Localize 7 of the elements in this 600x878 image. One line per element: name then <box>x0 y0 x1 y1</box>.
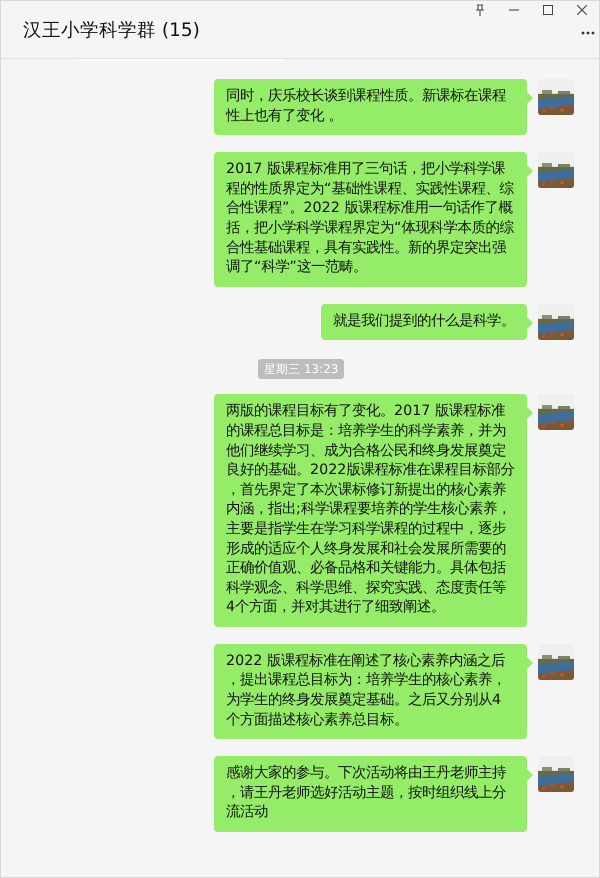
maximize-icon[interactable] <box>543 5 553 15</box>
more-icon[interactable] <box>581 31 595 35</box>
chat-title: 汉王小学科学群 (15) <box>23 19 200 42</box>
timestamp: 星期三 13:23 <box>258 359 344 380</box>
close-icon[interactable] <box>577 5 587 15</box>
pin-icon[interactable] <box>475 4 485 16</box>
minimize-icon[interactable] <box>509 9 519 11</box>
